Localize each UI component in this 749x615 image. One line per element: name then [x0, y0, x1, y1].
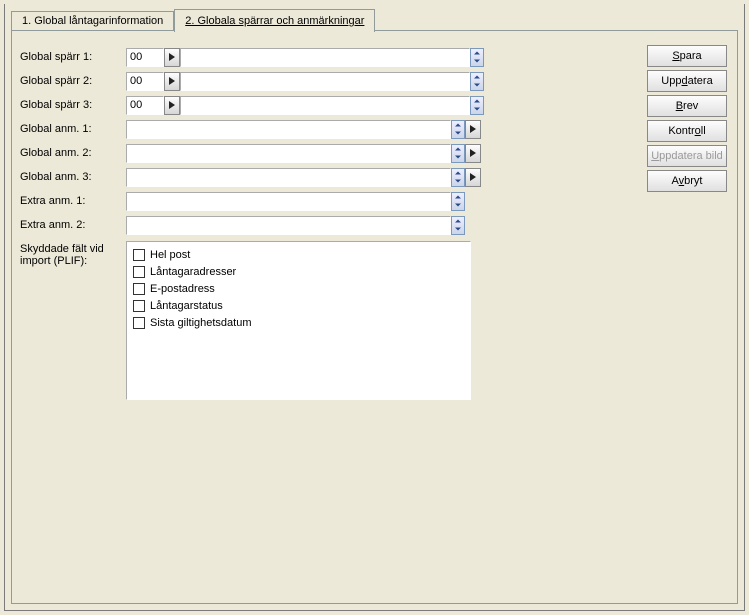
checkbox-label: E-postadress [150, 283, 215, 295]
tab-label: 1. Global låntagarinformation [22, 15, 163, 27]
global-sparr-2-code[interactable] [126, 72, 164, 91]
sidebar-buttons: Spara Uppdatera Brev Kontroll Uppdatera … [647, 45, 729, 195]
btn-text: ppdatera bild [659, 150, 723, 162]
row-global-sparr-2: Global spärr 2: [20, 69, 595, 93]
btn-text: A [672, 175, 679, 187]
global-sparr-3-code[interactable] [126, 96, 164, 115]
spin-button[interactable] [451, 216, 465, 235]
row-global-sparr-3: Global spärr 3: [20, 93, 595, 117]
row-extra-anm-2: Extra anm. 2: [20, 213, 595, 237]
btn-text: bryt [684, 175, 702, 187]
spin-button[interactable] [470, 72, 484, 91]
global-sparr-1-code[interactable] [126, 48, 164, 67]
field-label: Global anm. 3: [20, 171, 126, 183]
spin-button[interactable] [451, 144, 465, 163]
update-button[interactable]: Uppdatera [647, 70, 727, 92]
global-anm-1[interactable] [126, 120, 451, 139]
spin-button[interactable] [451, 120, 465, 139]
field-label: Extra anm. 2: [20, 219, 126, 231]
spin-button[interactable] [470, 48, 484, 67]
btn-text: rev [683, 100, 698, 112]
spin-button[interactable] [470, 96, 484, 115]
checkbox-label: Hel post [150, 249, 190, 261]
lookup-button[interactable] [465, 144, 481, 163]
global-sparr-2-desc[interactable] [180, 72, 470, 91]
btn-text: Kontr [668, 125, 694, 137]
checkbox-label: Låntagarstatus [150, 300, 223, 312]
list-item[interactable]: Sista giltighetsdatum [133, 314, 464, 331]
spin-button[interactable] [451, 192, 465, 211]
tab-page: Global spärr 1: Global spärr 2: Global s… [11, 30, 738, 604]
row-extra-anm-1: Extra anm. 1: [20, 189, 595, 213]
spin-button[interactable] [451, 168, 465, 187]
field-label: Global spärr 2: [20, 75, 126, 87]
extra-anm-2[interactable] [126, 216, 451, 235]
field-label: Extra anm. 1: [20, 195, 126, 207]
row-global-anm-3: Global anm. 3: [20, 165, 595, 189]
checkbox-icon[interactable] [133, 317, 145, 329]
row-global-anm-2: Global anm. 2: [20, 141, 595, 165]
checkbox-icon[interactable] [133, 283, 145, 295]
field-label: Global anm. 1: [20, 123, 126, 135]
list-item[interactable]: Låntagaradresser [133, 263, 464, 280]
btn-mnemonic: U [651, 150, 659, 162]
lookup-button[interactable] [465, 168, 481, 187]
checkbox-icon[interactable] [133, 249, 145, 261]
list-item[interactable]: E-postadress [133, 280, 464, 297]
field-label: Global spärr 3: [20, 99, 126, 111]
extra-anm-1[interactable] [126, 192, 451, 211]
btn-mnemonic: B [676, 100, 683, 112]
cancel-button[interactable]: Avbryt [647, 170, 727, 192]
checkbox-label: Låntagaradresser [150, 266, 236, 278]
field-label: Global anm. 2: [20, 147, 126, 159]
checkbox-icon[interactable] [133, 300, 145, 312]
btn-text: ll [701, 125, 706, 137]
field-label: Global spärr 1: [20, 51, 126, 63]
letter-button[interactable]: Brev [647, 95, 727, 117]
row-protected-fields: Skyddade fält vid import (PLIF): Hel pos… [20, 241, 595, 400]
global-sparr-1-desc[interactable] [180, 48, 470, 67]
checkbox-icon[interactable] [133, 266, 145, 278]
control-button[interactable]: Kontroll [647, 120, 727, 142]
list-item[interactable]: Hel post [133, 246, 464, 263]
global-sparr-3-desc[interactable] [180, 96, 470, 115]
dialog-window: 1. Global låntagarinformation 2. Globala… [4, 4, 745, 611]
btn-text: Upp [661, 75, 681, 87]
tab-global-blocks[interactable]: 2. Globala spärrar och anmärkningar [174, 9, 375, 32]
lookup-button[interactable] [164, 48, 180, 67]
update-image-button: Uppdatera bild [647, 145, 727, 167]
row-global-anm-1: Global anm. 1: [20, 117, 595, 141]
lookup-button[interactable] [465, 120, 481, 139]
btn-text: para [680, 50, 702, 62]
btn-mnemonic: S [672, 50, 679, 62]
field-label: Skyddade fält vid import (PLIF): [20, 241, 126, 267]
global-anm-2[interactable] [126, 144, 451, 163]
content-area: Global spärr 1: Global spärr 2: Global s… [20, 45, 595, 400]
lookup-button[interactable] [164, 72, 180, 91]
global-anm-3[interactable] [126, 168, 451, 187]
save-button[interactable]: Spara [647, 45, 727, 67]
btn-text: atera [688, 75, 713, 87]
tab-borrower-info[interactable]: 1. Global låntagarinformation [11, 11, 174, 31]
list-item[interactable]: Låntagarstatus [133, 297, 464, 314]
protected-fields-box: Hel post Låntagaradresser E-postadress L… [126, 241, 471, 400]
row-global-sparr-1: Global spärr 1: [20, 45, 595, 69]
tab-bar: 1. Global låntagarinformation 2. Globala… [11, 8, 375, 31]
checkbox-label: Sista giltighetsdatum [150, 317, 252, 329]
tab-label: 2. Globala spärrar och anmärkningar [185, 15, 364, 27]
lookup-button[interactable] [164, 96, 180, 115]
